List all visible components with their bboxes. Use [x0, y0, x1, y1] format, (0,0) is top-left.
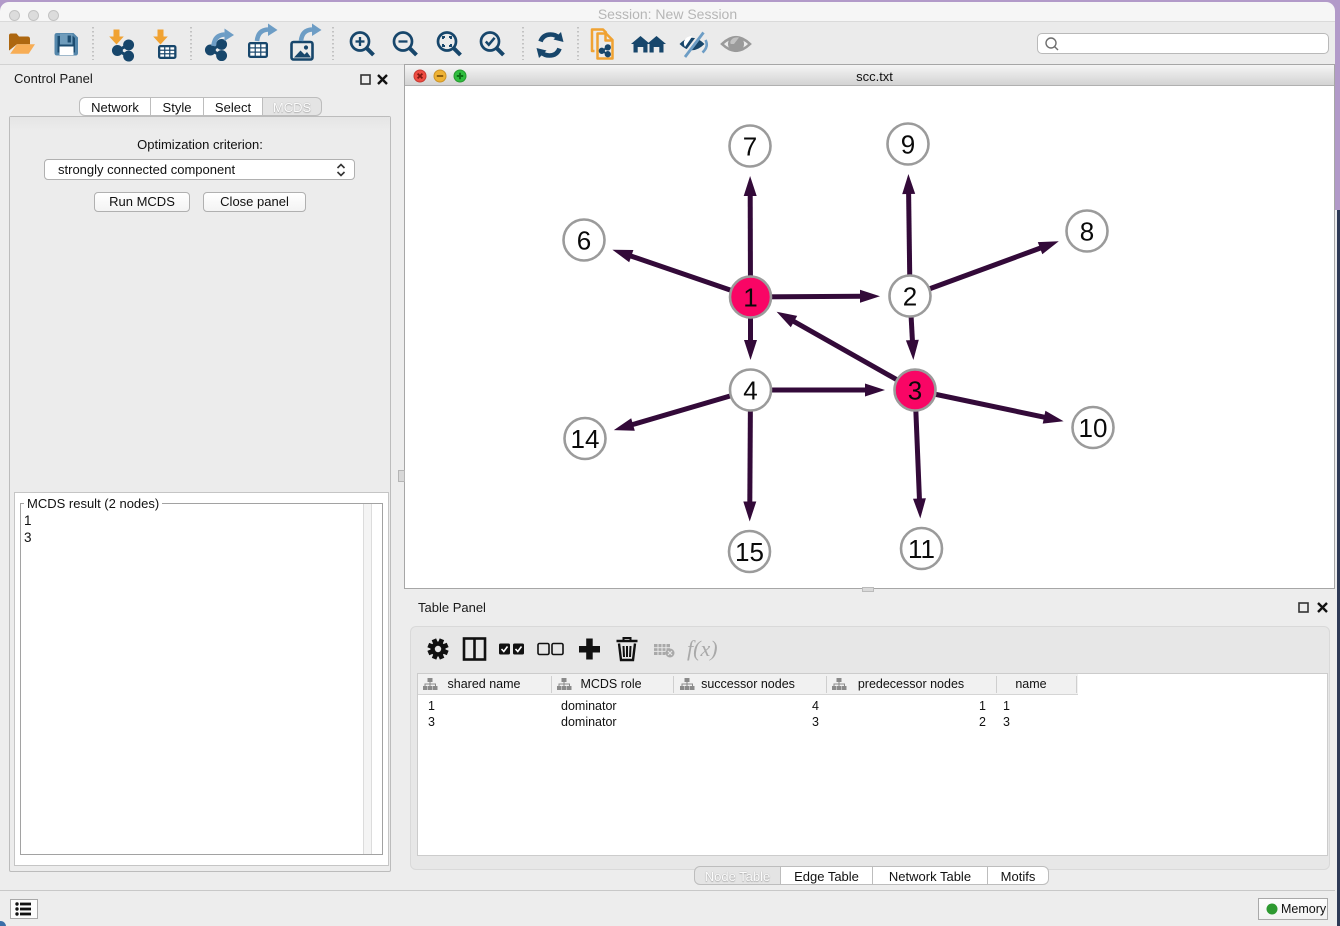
svg-text:4: 4: [743, 376, 757, 406]
svg-text:7: 7: [743, 132, 757, 162]
svg-text:8: 8: [1080, 217, 1094, 247]
svg-text:6: 6: [577, 226, 591, 256]
svg-text:10: 10: [1079, 413, 1108, 443]
svg-text:9: 9: [901, 130, 915, 160]
svg-text:f(x): f(x): [687, 636, 718, 661]
svg-text:1: 1: [743, 283, 757, 313]
svg-text:15: 15: [735, 537, 764, 567]
svg-text:2: 2: [903, 282, 917, 312]
svg-text:11: 11: [908, 534, 935, 564]
svg-text:3: 3: [908, 376, 922, 406]
svg-text:14: 14: [571, 424, 600, 454]
